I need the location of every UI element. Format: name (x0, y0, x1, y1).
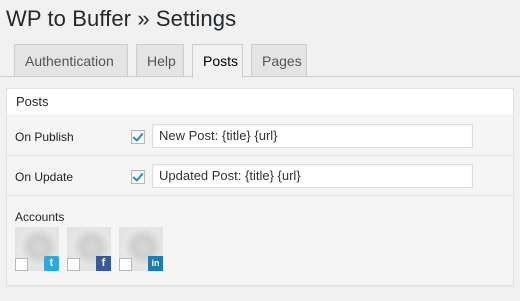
on-publish-label: On Publish (15, 130, 74, 144)
on-update-checkbox[interactable] (131, 170, 145, 184)
tab-posts[interactable]: Posts (192, 44, 243, 78)
panel-heading: Posts (7, 89, 513, 116)
account-twitter-checkbox[interactable] (15, 258, 28, 271)
on-update-text-input[interactable]: Updated Post: {title} {url} (152, 164, 473, 188)
settings-tabs: Authentication Help Posts Pages (14, 44, 315, 78)
account-twitter[interactable]: t (15, 227, 59, 271)
account-facebook-checkbox[interactable] (67, 258, 80, 271)
tab-pages[interactable]: Pages (251, 44, 307, 76)
posts-panel: Posts On Publish New Post: {title} {url}… (6, 88, 514, 286)
account-linkedin[interactable]: in (119, 227, 163, 271)
account-linkedin-checkbox[interactable] (119, 258, 132, 271)
panel-body: On Publish New Post: {title} {url} On Up… (7, 116, 513, 285)
on-update-row: On Update Updated Post: {title} {url} (7, 156, 513, 196)
tab-authentication[interactable]: Authentication (14, 44, 128, 76)
tab-divider (0, 76, 520, 77)
tab-help[interactable]: Help (136, 44, 184, 76)
on-publish-text-input[interactable]: New Post: {title} {url} (152, 124, 473, 148)
twitter-icon: t (44, 256, 59, 271)
accounts-label: Accounts (15, 210, 65, 224)
on-publish-checkbox[interactable] (131, 130, 145, 144)
account-facebook[interactable]: f (67, 227, 111, 271)
linkedin-icon: in (148, 256, 163, 271)
facebook-icon: f (96, 256, 111, 271)
page-title: WP to Buffer » Settings (6, 6, 237, 31)
on-update-label: On Update (15, 170, 74, 184)
on-publish-row: On Publish New Post: {title} {url} (7, 116, 513, 156)
